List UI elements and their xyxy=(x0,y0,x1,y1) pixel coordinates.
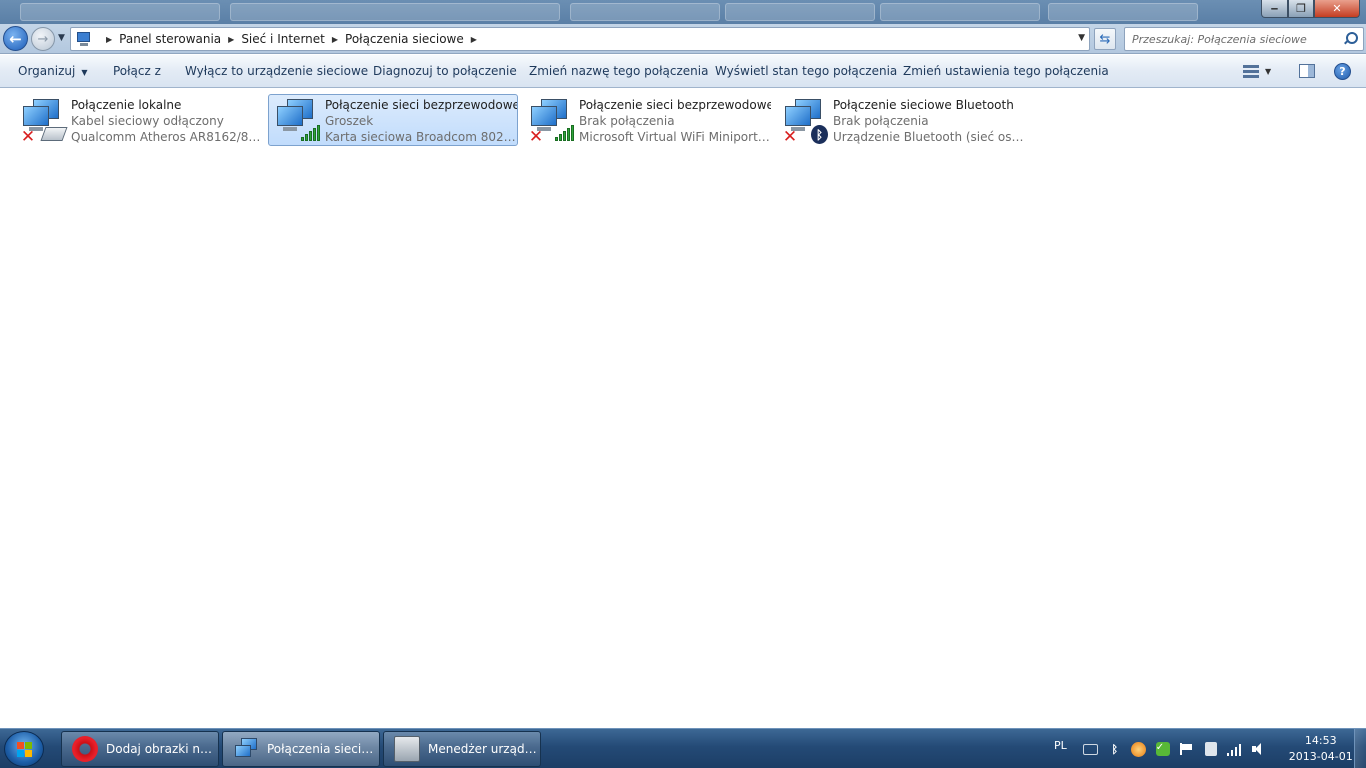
help-icon[interactable]: ? xyxy=(1334,63,1351,80)
bluetooth-icon: ᛒ xyxy=(811,125,828,144)
command-bar: Organizuj ▼ Połącz z Wyłącz to urządzenie… xyxy=(0,55,1366,88)
connection-item-local[interactable]: ✕ Połączenie lokalne Kabel sieciowy odłą… xyxy=(14,94,264,146)
maximize-button[interactable]: ❐ xyxy=(1288,0,1314,18)
address-bar[interactable]: ▶ Panel sterowania ▶ Sieć i Internet ▶ P… xyxy=(70,27,1090,51)
connection-status: Groszek xyxy=(325,114,374,128)
minimize-button[interactable]: ‒ xyxy=(1261,0,1288,18)
connection-item-bluetooth[interactable]: ✕ ᛒ Połączenie sieciowe Bluetooth Brak p… xyxy=(776,94,1026,146)
opera-icon xyxy=(72,736,98,762)
taskbar-item-device-manager[interactable]: Menedżer urządzeń xyxy=(383,731,541,767)
breadcrumb-chevron-icon[interactable]: ▶ xyxy=(471,35,477,44)
device-manager-icon xyxy=(394,736,420,762)
breadcrumb-chevron-icon[interactable]: ▶ xyxy=(228,35,234,44)
change-settings-button[interactable]: Zmień ustawienia tego połączenia xyxy=(903,64,1109,78)
connection-name: Połączenie sieciowe Bluetooth xyxy=(833,98,1014,112)
breadcrumb-network-connections[interactable]: Połączenia sieciowe xyxy=(345,32,464,46)
update-tray-icon[interactable] xyxy=(1131,741,1147,757)
organize-label: Organizuj xyxy=(18,64,76,78)
cable-icon xyxy=(40,127,68,141)
clock-time: 14:53 xyxy=(1304,734,1337,747)
network-adapter-icon: ✕ xyxy=(527,97,575,147)
show-desktop-button[interactable] xyxy=(1354,729,1366,768)
forward-button[interactable]: → xyxy=(31,27,55,51)
taskbar-item-network-connections[interactable]: Połączenia sieciowe xyxy=(222,731,380,767)
connection-item-wireless-2[interactable]: ✕ Połączenie sieci bezprzewodowej 2 Brak… xyxy=(522,94,772,146)
diagnose-button[interactable]: Diagnozuj to połączenie xyxy=(373,64,517,78)
usb-device-icon[interactable] xyxy=(1203,741,1219,757)
connection-status: Brak połączenia xyxy=(579,114,675,128)
refresh-icon: ⇆ xyxy=(1099,31,1111,47)
view-details-icon xyxy=(1243,64,1259,78)
title-bar: ‒ ❐ ✕ xyxy=(0,0,1366,24)
refresh-button[interactable]: ⇆ xyxy=(1094,28,1116,50)
start-button[interactable] xyxy=(4,731,44,767)
control-panel-icon xyxy=(75,31,93,47)
disable-device-button[interactable]: Wyłącz to urządzenie sieciowe xyxy=(185,64,368,78)
network-adapter-icon: ✕ xyxy=(19,97,68,147)
connection-status: Brak połączenia xyxy=(833,114,929,128)
connection-name: Połączenie sieci bezprzewodowej 2 xyxy=(579,98,771,112)
change-view-button[interactable]: ▼ xyxy=(1243,63,1279,79)
connection-device: Karta sieciowa Broadcom 802.11n xyxy=(325,130,517,144)
system-tray: PL ᛒ ✓ 14:53 2013-04-01 xyxy=(1050,729,1353,768)
back-button[interactable]: ← xyxy=(3,26,28,51)
signal-strength-icon xyxy=(301,125,321,141)
windows-logo-icon xyxy=(17,742,33,758)
clock-date: 2013-04-01 xyxy=(1288,750,1353,763)
background-window-tab xyxy=(230,3,560,21)
taskbar-item-label: Menedżer urządzeń xyxy=(428,742,540,756)
breadcrumb-chevron-icon[interactable]: ▶ xyxy=(332,35,338,44)
search-icon[interactable] xyxy=(1343,32,1358,46)
taskbar: Dodaj obrazki na ... Połączenia sieciowe… xyxy=(0,728,1366,768)
taskbar-item-label: Dodaj obrazki na ... xyxy=(106,742,218,756)
keyboard-icon[interactable] xyxy=(1083,741,1099,757)
background-window-tab xyxy=(570,3,720,21)
window-controls: ‒ ❐ ✕ xyxy=(1261,0,1360,18)
language-indicator[interactable]: PL xyxy=(1054,739,1067,752)
background-window-tab xyxy=(725,3,875,21)
connect-to-button[interactable]: Połącz z xyxy=(113,64,161,78)
preview-pane-icon[interactable] xyxy=(1299,64,1315,78)
connections-list: ✕ Połączenie lokalne Kabel sieciowy odłą… xyxy=(0,89,1366,728)
address-dropdown-icon[interactable]: ▼ xyxy=(1078,33,1085,43)
disconnected-x-icon: ✕ xyxy=(528,127,544,147)
taskbar-item-opera[interactable]: Dodaj obrazki na ... xyxy=(61,731,219,767)
rename-button[interactable]: Zmień nazwę tego połączenia xyxy=(529,64,708,78)
network-connections-icon xyxy=(233,736,259,762)
breadcrumb-network-internet[interactable]: Sieć i Internet xyxy=(241,32,325,46)
background-window-tab xyxy=(20,3,220,21)
close-button[interactable]: ✕ xyxy=(1314,0,1360,18)
chevron-down-icon: ▼ xyxy=(81,68,88,77)
breadcrumb-control-panel[interactable]: Panel sterowania xyxy=(119,32,221,46)
security-tray-icon[interactable]: ✓ xyxy=(1155,741,1171,757)
network-adapter-icon xyxy=(273,97,321,145)
recent-pages-dropdown-icon[interactable]: ▼ xyxy=(58,33,65,43)
volume-icon[interactable] xyxy=(1251,741,1267,757)
connection-name: Połączenie lokalne xyxy=(71,98,182,112)
connection-device: Urządzenie Bluetooth (sieć osobis... xyxy=(833,130,1025,144)
background-window-tab xyxy=(1048,3,1198,21)
connection-device: Qualcomm Atheros AR8162/8166... xyxy=(71,130,263,144)
search-box[interactable] xyxy=(1124,27,1364,51)
connection-device: Microsoft Virtual WiFi Miniport A... xyxy=(579,130,771,144)
action-center-flag-icon[interactable] xyxy=(1179,741,1195,757)
chevron-down-icon: ▼ xyxy=(1265,66,1272,76)
view-status-button[interactable]: Wyświetl stan tego połączenia xyxy=(715,64,897,78)
organize-button[interactable]: Organizuj ▼ xyxy=(18,64,87,78)
taskbar-item-label: Połączenia sieciowe xyxy=(267,742,379,756)
navigation-bar: ← → ▼ ▶ Panel sterowania ▶ Sieć i Intern… xyxy=(0,24,1366,54)
disconnected-x-icon: ✕ xyxy=(20,127,36,147)
clock[interactable]: 14:53 2013-04-01 xyxy=(1289,733,1353,765)
connection-status: Kabel sieciowy odłączony xyxy=(71,114,224,128)
connection-name: Połączenie sieci bezprzewodowej xyxy=(325,98,517,112)
signal-strength-icon xyxy=(555,125,575,141)
search-input[interactable] xyxy=(1125,32,1343,46)
connection-item-wireless[interactable]: Połączenie sieci bezprzewodowej Groszek … xyxy=(268,94,518,146)
network-adapter-icon: ✕ ᛒ xyxy=(781,97,829,147)
disconnected-x-icon: ✕ xyxy=(782,127,798,147)
background-window-tab xyxy=(880,3,1040,21)
network-signal-icon[interactable] xyxy=(1226,741,1243,757)
bluetooth-tray-icon[interactable]: ᛒ xyxy=(1107,741,1123,757)
breadcrumb-chevron-icon[interactable]: ▶ xyxy=(106,35,112,44)
